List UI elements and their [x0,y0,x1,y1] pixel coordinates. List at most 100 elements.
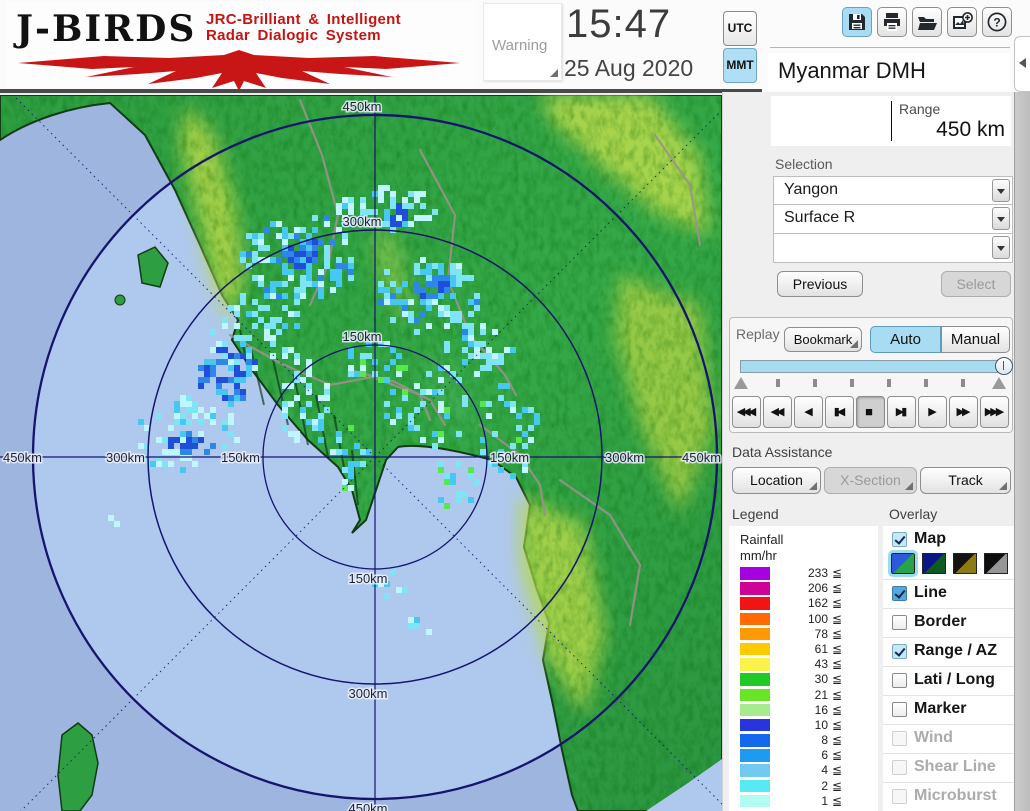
legend-value: 16 [814,702,828,717]
logo-title: J-BIRDS [16,8,197,50]
legend-entry: 206 ≦ [740,581,870,596]
radar-map-display[interactable]: 150km 150km 150km 150km 300km 300km 300km 300km… [0,95,722,811]
map-style-swatch[interactable] [984,553,1008,574]
panel-edge-strip [1014,0,1030,811]
select-button[interactable]: Select [941,271,1011,297]
dropdown-arrow-icon[interactable] [992,207,1010,230]
ring-label: 300km [342,214,381,229]
timezone-utc-button[interactable]: UTC [723,11,757,46]
map-style-swatch[interactable] [922,553,946,574]
play-button[interactable]: ▶ [918,396,947,428]
legend-entry: 2 ≦ [740,779,870,794]
site-dropdown[interactable]: Yangon [773,176,1013,205]
overlay-item-border[interactable]: Border [883,609,1014,638]
legend-swatch [740,582,770,595]
checkbox-icon[interactable] [892,731,907,746]
replay-label: Replay [736,326,780,342]
open-folder-button[interactable] [912,7,942,37]
overlay-item-line[interactable]: Line [883,580,1014,609]
auto-mode-button[interactable]: Auto [870,326,941,353]
manual-mode-button[interactable]: Manual [941,326,1010,353]
location-button[interactable]: Location [732,467,821,494]
legend-swatch [740,794,770,808]
add-view-button[interactable] [947,7,977,37]
panel-collapse-tab[interactable] [1014,36,1030,92]
map-style-swatch[interactable] [953,553,977,574]
overlay-item-range-az[interactable]: Range / AZ [883,638,1014,667]
stop-button[interactable]: ■ [856,396,885,428]
legend-value: 61 [814,641,828,656]
bookmark-button[interactable]: Bookmark [784,327,862,352]
rewind-button[interactable]: ◀◀ [763,396,792,428]
timezone-mmt-button[interactable]: MMT [723,48,757,83]
replay-slider-track[interactable] [740,357,1013,375]
overlay-item-label: Marker [914,700,967,717]
legend-value: 6 [821,748,828,763]
checkbox-icon[interactable] [892,644,907,659]
jbirds-window: J-BIRDS JRC-Brilliant & Intelligent Rada… [0,0,1030,811]
range-value: 450 km [936,118,1005,141]
ring-label: 450km [348,801,387,811]
legend-unit: Rainfall mm/hr [740,532,783,564]
legend-entry: 8 ≦ [740,733,870,748]
x-section-button[interactable]: X-Section [824,467,917,494]
replay-slider-thumb[interactable] [995,357,1013,375]
checkbox-icon[interactable] [892,673,907,688]
dropdown-arrow-icon[interactable] [992,236,1010,259]
forward-button[interactable]: ▶▶ [949,396,978,428]
tick-mark [813,379,817,387]
range-box: Range 450 km [771,96,1011,146]
legend-entry: 162 ≦ [740,596,870,611]
ring-label: 150km [490,450,529,465]
overlay-item-lati-long[interactable]: Lati / Long [883,667,1014,696]
legend-leq-symbol: ≦ [832,793,843,808]
checkbox-icon[interactable] [892,586,907,601]
legend-entry: 10 ≦ [740,718,870,733]
overlay-item-map[interactable]: Map [883,526,1014,550]
save-button[interactable] [842,7,872,37]
help-button[interactable]: ? [982,7,1012,37]
save-icon [849,14,865,30]
track-button[interactable]: Track [920,467,1011,494]
play-reverse-button[interactable]: ◀ [794,396,823,428]
overlay-item-marker[interactable]: Marker [883,696,1014,725]
overlay-item-wind[interactable]: Wind [883,725,1014,754]
checkbox-icon[interactable] [892,615,907,630]
rewind-fast-button[interactable]: ◀◀◀ [732,396,761,428]
svg-text:?: ? [993,16,1000,30]
previous-button[interactable]: Previous [777,271,863,297]
submenu-corner-icon [809,482,817,490]
ring-label: 450km [342,99,381,114]
help-icon: ? [987,12,1007,32]
legend-entry: 4 ≦ [740,763,870,778]
legend-swatch [740,749,770,762]
checkbox-icon[interactable] [892,532,907,547]
checkbox-icon[interactable] [892,760,907,775]
legend-value: 10 [814,717,828,732]
map-style-swatch[interactable] [888,550,918,577]
overlay-panel: Map Line Border Range / AZ Lati / Long Marker… [883,526,1014,811]
product-dropdown[interactable]: Surface R [773,205,1013,234]
legend-value: 30 [814,672,828,687]
overlay-item-shear-line[interactable]: Shear Line [883,754,1014,783]
print-button[interactable] [877,7,907,37]
tick-mark [961,379,965,387]
forward-fast-button[interactable]: ▶▶▶ [980,396,1009,428]
overlay-item-microburst[interactable]: Microburst [883,783,1014,811]
checkbox-icon[interactable] [892,789,907,804]
submenu-corner-icon [550,69,558,77]
legend-swatch [740,764,770,777]
legend-entry: 78 ≦ [740,627,870,642]
jbirds-logo: J-BIRDS JRC-Brilliant & Intelligent Rada… [6,2,476,91]
warning-button[interactable]: Warning [483,3,562,81]
tick-mark [924,379,928,387]
legend-entry: 233 ≦ [740,566,870,581]
submenu-corner-icon [905,482,913,490]
option-dropdown[interactable] [773,234,1013,263]
legend-leq-symbol: ≦ [832,748,843,763]
checkbox-icon[interactable] [892,702,907,717]
overlay-item-label: Line [914,584,947,601]
step-back-button[interactable]: ▮◀ [825,396,854,428]
dropdown-arrow-icon[interactable] [992,179,1010,202]
step-forward-button[interactable]: ▶▮ [887,396,916,428]
